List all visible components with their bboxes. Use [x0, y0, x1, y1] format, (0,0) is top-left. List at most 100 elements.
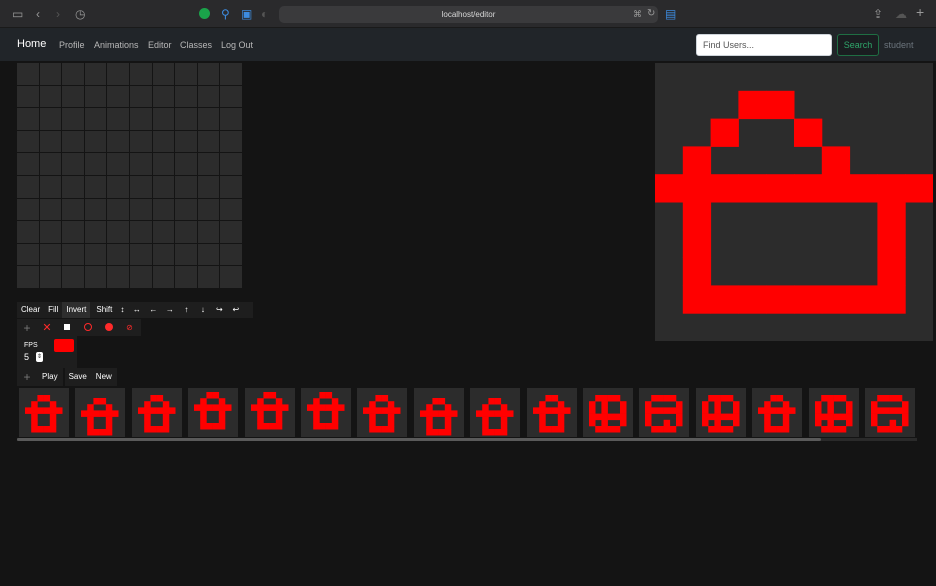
- frame-thumbnail[interactable]: [583, 388, 633, 437]
- onion-skin-icon[interactable]: [77, 320, 98, 336]
- grid-cell[interactable]: [62, 85, 84, 108]
- grid-cell[interactable]: [107, 176, 129, 198]
- undo-icon[interactable]: ↩: [227, 302, 244, 318]
- grid-cell[interactable]: [197, 176, 220, 198]
- grid-cell[interactable]: [62, 243, 84, 266]
- grid-cell[interactable]: [17, 63, 39, 85]
- grid-cell[interactable]: [84, 153, 107, 175]
- find-users-input[interactable]: [696, 34, 832, 56]
- save-button[interactable]: Save: [64, 368, 91, 386]
- translate-icon[interactable]: ⌘: [633, 7, 642, 21]
- nav-link-classes[interactable]: Classes: [180, 40, 212, 50]
- grid-cell[interactable]: [84, 130, 107, 153]
- grid-cell[interactable]: [130, 108, 152, 130]
- grid-cell[interactable]: [220, 176, 242, 198]
- shift-button[interactable]: Shift: [92, 302, 117, 318]
- brand-home-link[interactable]: Home: [17, 38, 46, 50]
- frame-thumbnail[interactable]: [75, 388, 126, 437]
- grid-cell[interactable]: [197, 63, 220, 85]
- grid-cell[interactable]: [107, 198, 129, 221]
- grid-cell[interactable]: [107, 108, 129, 130]
- nav-link-profile[interactable]: Profile: [59, 40, 85, 50]
- grid-cell[interactable]: [84, 176, 107, 198]
- grid-cell[interactable]: [152, 198, 175, 221]
- frame-thumbnail[interactable]: [301, 388, 351, 437]
- grid-cell[interactable]: [107, 63, 129, 85]
- frame-thumbnail[interactable]: [808, 388, 859, 437]
- grid-cell[interactable]: [220, 85, 242, 108]
- grid-cell[interactable]: [107, 266, 129, 288]
- grid-cell[interactable]: [152, 221, 175, 243]
- frame-thumbnail[interactable]: [188, 388, 239, 437]
- grid-cell[interactable]: [130, 221, 152, 243]
- grid-cell[interactable]: [220, 63, 242, 85]
- grid-cell[interactable]: [220, 198, 242, 221]
- address-bar[interactable]: localhost/editor: [279, 6, 658, 23]
- grid-cell[interactable]: [62, 198, 84, 221]
- grid-cell[interactable]: [39, 130, 62, 153]
- grid-cell[interactable]: [152, 266, 175, 288]
- grid-cell[interactable]: [17, 153, 39, 175]
- cloud-icon[interactable]: ☁: [895, 7, 907, 21]
- grid-cell[interactable]: [175, 153, 197, 175]
- grid-cell[interactable]: [62, 221, 84, 243]
- grid-cell[interactable]: [130, 63, 152, 85]
- grid-cell[interactable]: [107, 243, 129, 266]
- grid-cell[interactable]: [62, 176, 84, 198]
- grid-cell[interactable]: [130, 153, 152, 175]
- grid-cell[interactable]: [39, 153, 62, 175]
- add-frame-bottom-icon[interactable]: +: [17, 368, 37, 386]
- grid-cell[interactable]: [39, 108, 62, 130]
- grid-cell[interactable]: [84, 243, 107, 266]
- privacy-shield-icon[interactable]: ◐: [261, 7, 268, 21]
- grid-cell[interactable]: [130, 176, 152, 198]
- reader-icon[interactable]: ▤: [665, 7, 676, 21]
- fps-value[interactable]: 5: [24, 352, 29, 362]
- grid-cell[interactable]: [175, 108, 197, 130]
- grid-cell[interactable]: [107, 85, 129, 108]
- grid-cell[interactable]: [220, 130, 242, 153]
- sidebar-toggle-icon[interactable]: ▭: [12, 7, 23, 21]
- grid-cell[interactable]: [175, 243, 197, 266]
- forward-icon[interactable]: ›: [56, 7, 60, 21]
- grid-cell[interactable]: [17, 221, 39, 243]
- grid-cell[interactable]: [62, 63, 84, 85]
- grid-cell[interactable]: [152, 153, 175, 175]
- grid-cell[interactable]: [130, 266, 152, 288]
- record-icon[interactable]: [98, 320, 119, 336]
- shift-down-icon[interactable]: ↓: [194, 302, 211, 318]
- frame-thumbnail[interactable]: [526, 388, 577, 437]
- frame-thumbnail[interactable]: [244, 388, 295, 437]
- frame-thumbnail[interactable]: [695, 388, 746, 437]
- frame-thumbnail[interactable]: [413, 388, 464, 437]
- grid-cell[interactable]: [220, 266, 242, 288]
- grid-cell[interactable]: [197, 85, 220, 108]
- rotate-icon[interactable]: ↪: [211, 302, 227, 318]
- grid-cell[interactable]: [84, 266, 107, 288]
- grid-cell[interactable]: [107, 221, 129, 243]
- grid-cell[interactable]: [130, 243, 152, 266]
- frame-thumbnail[interactable]: [131, 388, 182, 437]
- new-tab-icon[interactable]: +: [916, 5, 924, 19]
- nav-link-editor[interactable]: Editor: [148, 40, 172, 50]
- color-picker[interactable]: [54, 339, 74, 352]
- grid-cell[interactable]: [197, 153, 220, 175]
- grid-cell[interactable]: [152, 108, 175, 130]
- shift-up-icon[interactable]: ↑: [178, 302, 194, 318]
- grid-cell[interactable]: [197, 221, 220, 243]
- grid-cell[interactable]: [17, 198, 39, 221]
- shift-horizontal-icon[interactable]: ↔: [128, 302, 145, 318]
- grid-cell[interactable]: [220, 221, 242, 243]
- play-button[interactable]: Play: [37, 368, 63, 386]
- grid-cell[interactable]: [39, 176, 62, 198]
- timeline-scroll-thumb[interactable]: [17, 438, 821, 441]
- grid-cell[interactable]: [175, 221, 197, 243]
- grid-cell[interactable]: [39, 266, 62, 288]
- grid-cell[interactable]: [220, 153, 242, 175]
- grid-cell[interactable]: [197, 130, 220, 153]
- frame-thumbnail[interactable]: [357, 388, 408, 437]
- grid-cell[interactable]: [84, 221, 107, 243]
- grid-cell[interactable]: [197, 243, 220, 266]
- invert-button[interactable]: Invert: [62, 302, 91, 318]
- grid-cell[interactable]: [175, 63, 197, 85]
